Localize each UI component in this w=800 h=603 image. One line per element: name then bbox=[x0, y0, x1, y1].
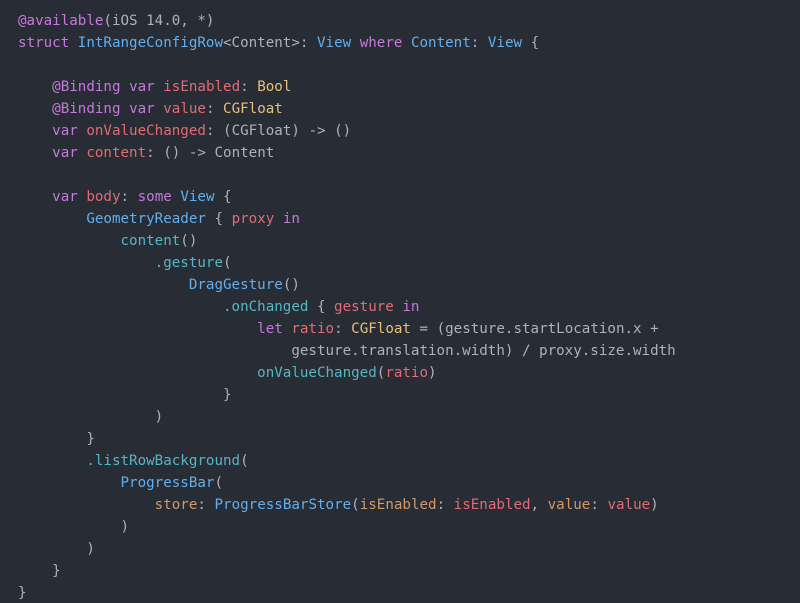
drag-gesture: DragGesture bbox=[189, 277, 283, 293]
gesture-modifier: .gesture bbox=[155, 255, 223, 271]
struct-name: IntRangeConfigRow bbox=[78, 35, 223, 51]
prop3-name: content bbox=[86, 145, 146, 161]
prop1-wrapper: @Binding bbox=[52, 101, 120, 117]
expr-rhs-2: gesture.translation.width) / proxy.size.… bbox=[291, 343, 675, 359]
prop0-wrapper: @Binding bbox=[52, 79, 120, 95]
progressbar: ProgressBar bbox=[121, 475, 215, 491]
conforms-type: View bbox=[317, 35, 351, 51]
prop0-type: Bool bbox=[257, 79, 291, 95]
prop0-name: isEnabled bbox=[163, 79, 240, 95]
listrowbackground: .listRowBackground bbox=[86, 453, 240, 469]
content-call: content bbox=[121, 233, 181, 249]
prop2-type: (CGFloat) -> () bbox=[223, 123, 351, 139]
prop2-name: onValueChanged bbox=[86, 123, 206, 139]
availability-args: (iOS 14.0, *) bbox=[103, 13, 214, 29]
prop1-name: value bbox=[163, 101, 206, 117]
on-changed: .onChanged bbox=[223, 299, 308, 315]
struct-kw: struct bbox=[18, 35, 69, 51]
progressbarstore: ProgressBarStore bbox=[214, 497, 351, 513]
attribute: @available bbox=[18, 13, 103, 29]
body-name: body bbox=[86, 189, 120, 205]
expr-rhs-1: (gesture.startLocation.x + bbox=[437, 321, 659, 337]
code-block: @available(iOS 14.0, *) struct IntRangeC… bbox=[0, 0, 800, 603]
geometry-reader: GeometryReader bbox=[86, 211, 206, 227]
generic: <Content> bbox=[223, 35, 300, 51]
prop3-type: () -> Content bbox=[163, 145, 274, 161]
prop1-type: CGFloat bbox=[223, 101, 283, 117]
onvaluechanged-call: onValueChanged bbox=[257, 365, 377, 381]
